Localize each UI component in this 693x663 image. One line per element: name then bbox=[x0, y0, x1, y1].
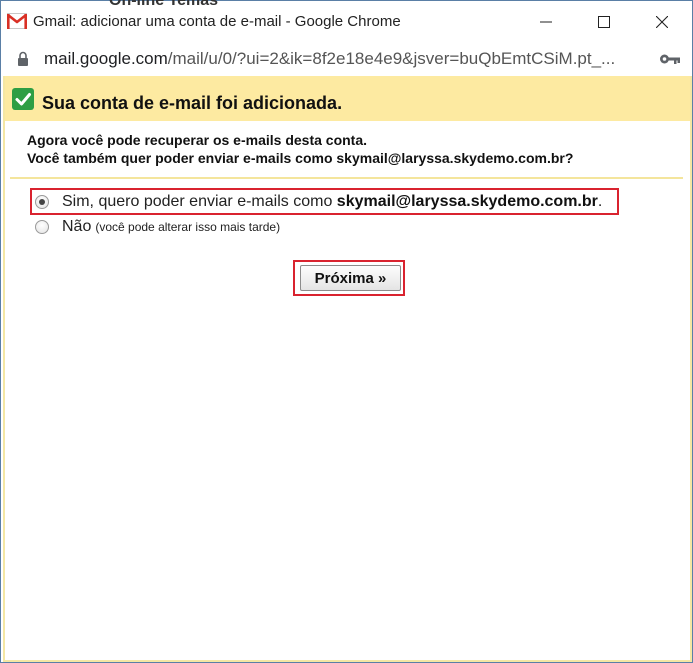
notice-line-1: Agora você pode recuperar os e-mails des… bbox=[27, 132, 368, 148]
notice-box: Agora você pode recuperar os e-mails des… bbox=[10, 121, 683, 179]
notice-line-2: Você também quer poder enviar e-mails co… bbox=[27, 150, 574, 166]
url-path: /mail/u/0/?ui=2&ik=8f2e18e4e9&jsver=buQb… bbox=[167, 49, 616, 68]
success-banner: Sua conta de e-mail foi adicionada. bbox=[5, 76, 690, 121]
highlight-box-next bbox=[293, 260, 405, 296]
url-text[interactable]: mail.google.com/mail/u/0/?ui=2&ik=8f2e18… bbox=[44, 49, 615, 69]
maximize-button[interactable] bbox=[575, 1, 633, 42]
close-icon bbox=[656, 15, 668, 28]
highlight-box-yes bbox=[30, 188, 619, 215]
option-no-note: (você pode alterar isso mais tarde) bbox=[95, 220, 281, 234]
key-icon[interactable] bbox=[659, 52, 681, 66]
option-no-label: Não bbox=[62, 218, 92, 235]
title-bar: On-line Temas Gmail: adicionar uma conta… bbox=[1, 0, 692, 42]
minimize-icon bbox=[540, 21, 552, 22]
option-no[interactable]: Não (você pode alterar isso mais tarde) bbox=[35, 216, 280, 238]
lock-icon[interactable] bbox=[17, 51, 29, 67]
close-button[interactable] bbox=[633, 1, 691, 42]
dialog-content: Sua conta de e-mail foi adicionada. Agor… bbox=[3, 76, 692, 662]
minimize-button[interactable] bbox=[517, 1, 575, 42]
url-domain: mail.google.com bbox=[44, 49, 168, 68]
check-icon bbox=[12, 88, 34, 110]
background-peek-text: On-line Temas bbox=[109, 0, 219, 9]
banner-title: Sua conta de e-mail foi adicionada. bbox=[42, 93, 343, 113]
maximize-icon bbox=[598, 15, 610, 28]
address-bar[interactable]: mail.google.com/mail/u/0/?ui=2&ik=8f2e18… bbox=[1, 42, 692, 76]
window-title: Gmail: adicionar uma conta de e-mail - G… bbox=[33, 13, 401, 30]
browser-window: On-line Temas Gmail: adicionar uma conta… bbox=[0, 0, 693, 663]
radio-no[interactable] bbox=[35, 220, 49, 234]
gmail-icon bbox=[7, 13, 27, 29]
